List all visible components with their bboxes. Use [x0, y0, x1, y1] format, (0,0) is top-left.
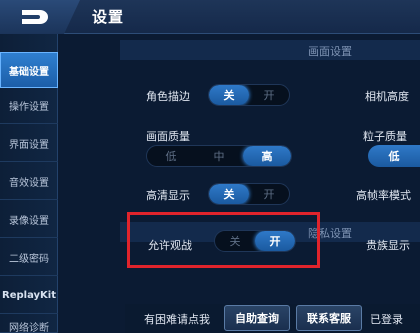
noble-display-label: 贵族显示 — [366, 239, 410, 252]
sidebar-item-network[interactable]: 网络诊断 — [0, 316, 58, 333]
sidebar-item-recording[interactable]: 录像设置 — [0, 202, 58, 238]
quality-selector[interactable]: 低 中 高 — [146, 145, 292, 167]
top-header: 设置 — [0, 0, 420, 34]
quality-low-option[interactable]: 低 — [147, 146, 195, 166]
logged-in-text: 已登录 — [370, 313, 403, 326]
display-section-title: 画面设置 — [308, 45, 352, 58]
quality-label: 画面质量 — [146, 130, 190, 143]
sidebar-item-basic[interactable]: 基础设置 — [0, 52, 58, 88]
back-arrow-icon — [22, 10, 48, 24]
hfr-mode-label: 高帧率模式 — [356, 189, 411, 202]
quality-mid-option[interactable]: 中 — [195, 146, 243, 166]
sidebar-item-interface[interactable]: 界面设置 — [0, 126, 58, 162]
outline-label: 角色描边 — [146, 90, 190, 103]
sidebar-item-replaykit[interactable]: ReplayKit — [0, 278, 58, 314]
highlight-annotation — [127, 212, 320, 268]
camera-height-label: 相机高度 — [365, 90, 409, 103]
quality-high-option[interactable]: 高 — [243, 146, 291, 166]
hd-display-toggle[interactable]: 关 开 — [208, 183, 290, 205]
sidebar-item-secondary-password[interactable]: 二级密码 — [0, 240, 58, 276]
back-button[interactable] — [0, 0, 80, 34]
particle-low-option[interactable]: 低 — [368, 145, 420, 167]
outline-on-option[interactable]: 开 — [249, 85, 289, 105]
contact-support-button[interactable]: 联系客服 — [296, 305, 362, 331]
sidebar-item-controls[interactable]: 操作设置 — [0, 88, 58, 124]
outline-toggle[interactable]: 关 开 — [208, 84, 290, 106]
hd-display-off-option[interactable]: 关 — [209, 184, 249, 204]
settings-sidebar: 基础设置 操作设置 界面设置 音效设置 录像设置 二级密码 ReplayKit … — [0, 34, 58, 333]
hd-display-label: 高清显示 — [146, 189, 190, 202]
self-query-button[interactable]: 自助查询 — [224, 305, 290, 331]
help-text: 有困难请点我 — [144, 313, 210, 326]
hd-display-on-option[interactable]: 开 — [249, 184, 289, 204]
outline-off-option[interactable]: 关 — [209, 85, 249, 105]
page-title: 设置 — [92, 8, 125, 26]
particle-label: 粒子质量 — [363, 130, 407, 143]
sidebar-item-sound[interactable]: 音效设置 — [0, 164, 58, 200]
